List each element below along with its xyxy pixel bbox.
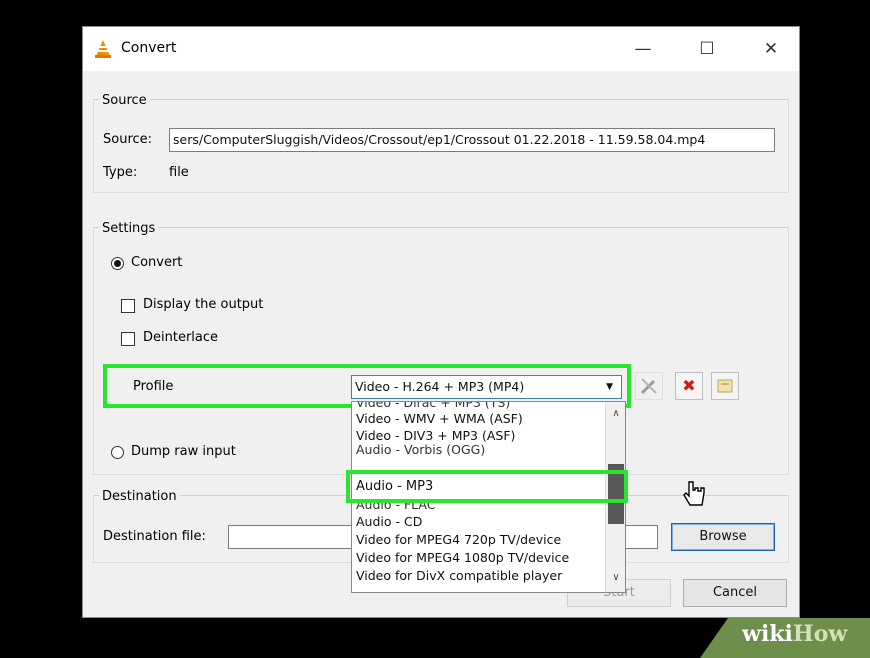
display-output-label: Display the output (143, 297, 264, 312)
red-x-icon: ✖ (682, 376, 696, 395)
chevron-down-icon[interactable]: ∨ (606, 572, 625, 583)
type-value: file (169, 165, 189, 180)
window-title: Convert (121, 40, 177, 56)
display-output-checkbox[interactable] (121, 299, 135, 313)
vlc-cone-icon (95, 40, 111, 58)
deinterlace-label: Deinterlace (143, 330, 219, 345)
minimize-button[interactable]: — (623, 35, 663, 63)
destination-group-label: Destination (99, 489, 180, 504)
mp3-highlight-box (346, 470, 628, 503)
list-item[interactable]: Audio - Vorbis (OGG) (356, 442, 485, 458)
destination-file-label: Destination file: (103, 529, 206, 544)
wrench-icon (640, 378, 657, 395)
new-profile-icon (717, 379, 733, 393)
list-item[interactable]: Video for DivX compatible player (356, 568, 562, 584)
cancel-button[interactable]: Cancel (683, 579, 787, 607)
deinterlace-checkbox[interactable] (121, 332, 135, 346)
wikihow-how-text: How (792, 621, 848, 647)
source-group-label: Source (99, 93, 150, 108)
source-label: Source: (103, 132, 153, 147)
maximize-button[interactable]: ☐ (687, 35, 727, 63)
list-item[interactable]: Audio - CD (356, 514, 422, 530)
browse-button[interactable]: Browse (671, 523, 775, 551)
list-item[interactable]: Video - Dirac + MP3 (TS) (356, 402, 510, 411)
new-profile-button[interactable] (711, 372, 739, 400)
title-bar: Convert — ☐ ✕ (83, 27, 799, 71)
dump-raw-label: Dump raw input (131, 444, 236, 459)
chevron-up-icon[interactable]: ∧ (606, 408, 625, 419)
convert-label: Convert (131, 255, 183, 270)
profile-select[interactable]: Video - H.264 + MP3 (MP4) ▼ (351, 375, 622, 399)
source-path-field[interactable]: sers/ComputerSluggish/Videos/Crossout/ep… (169, 128, 775, 152)
settings-group-label: Settings (99, 221, 159, 236)
edit-profile-button[interactable] (635, 372, 663, 400)
close-button[interactable]: ✕ (751, 35, 791, 63)
convert-radio[interactable] (111, 257, 124, 270)
convert-dialog: Convert — ☐ ✕ Source Source: sers/Comput… (82, 26, 800, 618)
list-item[interactable]: Video - WMV + WMA (ASF) (356, 411, 523, 427)
type-label: Type: (103, 165, 138, 180)
hand-cursor-icon (683, 481, 705, 506)
delete-profile-button[interactable]: ✖ (675, 372, 703, 400)
wikihow-wiki-text: wiki (742, 621, 793, 647)
wikihow-logo: wikiHow (742, 621, 847, 647)
profile-label: Profile (133, 379, 174, 394)
chevron-down-icon: ▼ (606, 382, 613, 392)
list-item[interactable]: Video for MPEG4 720p TV/device (356, 532, 561, 548)
profile-selected-value: Video - H.264 + MP3 (MP4) (355, 379, 525, 394)
list-item[interactable]: Video for MPEG4 1080p TV/device (356, 550, 569, 566)
dump-raw-radio[interactable] (111, 446, 124, 459)
